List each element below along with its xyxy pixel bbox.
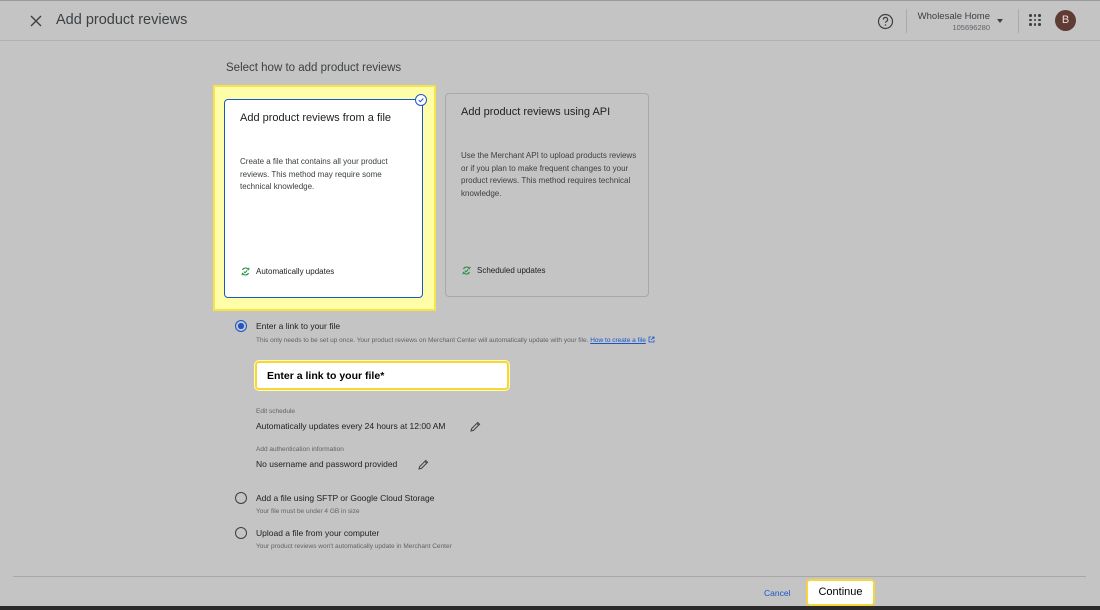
radio-enter-link[interactable] [235, 320, 247, 332]
cancel-button[interactable]: Cancel [764, 588, 790, 598]
radio-sftp[interactable] [235, 492, 247, 504]
apps-grid-icon[interactable] [1029, 14, 1041, 26]
schedule-caption: Edit schedule [256, 408, 296, 415]
window-bottom-edge [0, 606, 1100, 610]
selected-check-icon [415, 94, 427, 106]
account-id: 105696280 [952, 23, 990, 32]
option-title: Add a file using SFTP or Google Cloud St… [256, 493, 435, 503]
edit-schedule-icon[interactable] [469, 420, 482, 433]
card-description: Create a file that contains all your pro… [240, 157, 388, 191]
file-link-input[interactable]: Enter a link to your file* [255, 361, 509, 390]
card-api-method[interactable]: Add product reviews using API Use the Me… [445, 93, 649, 297]
option-title: Enter a link to your file [256, 321, 341, 331]
sync-icon [241, 267, 250, 276]
section-label: Select how to add product reviews [226, 62, 402, 74]
open-in-new-icon [648, 336, 655, 343]
account-dropdown-icon[interactable] [997, 19, 1003, 23]
header-divider [906, 9, 907, 33]
radio-upload[interactable] [235, 527, 247, 539]
file-link-label: Enter a link to your file* [267, 370, 385, 382]
card-title: Add product reviews from a file [240, 112, 392, 124]
close-icon[interactable] [27, 12, 45, 30]
top-bar: Add product reviews Wholesale Home 10569… [0, 0, 1100, 41]
card-description: Use the Merchant API to upload products … [461, 151, 637, 198]
how-to-create-file-link[interactable]: How to create a file [590, 337, 646, 344]
sync-icon [462, 266, 471, 275]
footer-divider [13, 576, 1086, 577]
auth-caption: Add authentication information [256, 446, 344, 453]
option-title: Upload a file from your computer [256, 528, 380, 538]
card-title: Add product reviews using API [461, 106, 611, 118]
card-footer-label: Automatically updates [256, 267, 335, 276]
card-footer: Scheduled updates [461, 265, 546, 276]
schedule-value: Automatically updates every 24 hours at … [256, 421, 446, 431]
page-title: Add product reviews [56, 12, 188, 28]
option-subtitle: Your file must be under 4 GB in size [256, 508, 360, 515]
header-divider [1018, 9, 1019, 33]
card-file-method[interactable]: Add product reviews from a file Create a… [224, 99, 423, 298]
option-subtitle: This only needs to be set up once. Your … [256, 336, 655, 344]
option-subtitle-text: This only needs to be set up once. Your … [256, 337, 589, 344]
continue-button[interactable]: Continue [806, 579, 875, 606]
edit-auth-icon[interactable] [417, 458, 430, 471]
option-subtitle: Your product reviews won't automatically… [256, 543, 452, 550]
card-footer: Automatically updates [240, 266, 334, 277]
account-name[interactable]: Wholesale Home [918, 11, 990, 22]
auth-value: No username and password provided [256, 459, 398, 469]
help-icon[interactable] [877, 13, 894, 30]
card-footer-label: Scheduled updates [477, 266, 546, 275]
avatar[interactable]: B [1055, 10, 1076, 31]
